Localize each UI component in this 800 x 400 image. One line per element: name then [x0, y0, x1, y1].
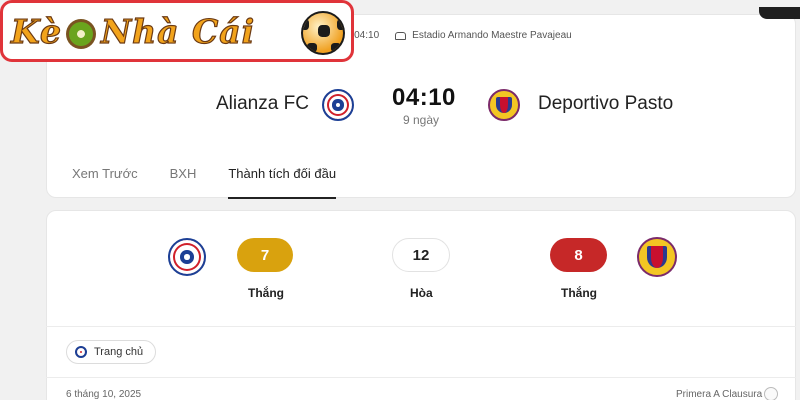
draws-badge: 12: [392, 238, 450, 272]
home-filter-chip[interactable]: Trang chủ: [66, 340, 157, 364]
away-wins-label: Thắng: [561, 286, 597, 300]
tab-preview[interactable]: Xem Trước: [72, 166, 138, 181]
away-wins-badge: 8: [550, 238, 607, 272]
home-team-name[interactable]: Alianza FC: [216, 93, 309, 115]
divider: [46, 326, 796, 327]
match-meta: e, 04:10 Estadio Armando Maestre Pavajea…: [343, 30, 572, 41]
draws-label: Hòa: [410, 286, 433, 300]
tab-standings[interactable]: BXH: [170, 166, 197, 181]
kiwi-icon: [65, 18, 96, 49]
alianza-crest-icon: [168, 238, 206, 276]
deportivo-pasto-crest-icon: [637, 237, 677, 277]
logo-word-ke: Kè: [10, 11, 62, 51]
divider: [46, 377, 796, 378]
logo-word-nha-cai: Nhà Cái: [100, 11, 256, 51]
home-wins-label: Thắng: [248, 286, 284, 300]
kickoff-time: 04:10: [392, 84, 456, 111]
site-logo[interactable]: Kè Nhà Cái: [0, 0, 354, 62]
alianza-crest-icon[interactable]: [322, 89, 354, 121]
tab-head-to-head[interactable]: Thành tích đối đầu: [228, 166, 336, 199]
top-right-button[interactable]: [759, 7, 800, 19]
countdown-label: 9 ngày: [403, 113, 440, 127]
away-team-name[interactable]: Deportivo Pasto: [538, 93, 673, 115]
stadium-name: Estadio Armando Maestre Pavajeau: [412, 30, 572, 41]
match-date: 6 tháng 10, 2025: [66, 389, 142, 400]
competition-name[interactable]: Primera A Clausura: [676, 389, 762, 400]
home-wins-badge: 7: [237, 238, 293, 272]
logo-text: Kè Nhà Cái: [10, 11, 256, 51]
deportivo-pasto-crest-icon[interactable]: [488, 89, 520, 121]
filter-label: Trang chủ: [94, 346, 144, 358]
competition-icon[interactable]: [764, 387, 778, 400]
alianza-crest-icon: [75, 346, 87, 358]
stadium-icon: [395, 31, 407, 41]
soccer-ball-icon: [301, 11, 345, 55]
match-tabs: Xem Trước BXH Thành tích đối đầu: [72, 166, 368, 199]
